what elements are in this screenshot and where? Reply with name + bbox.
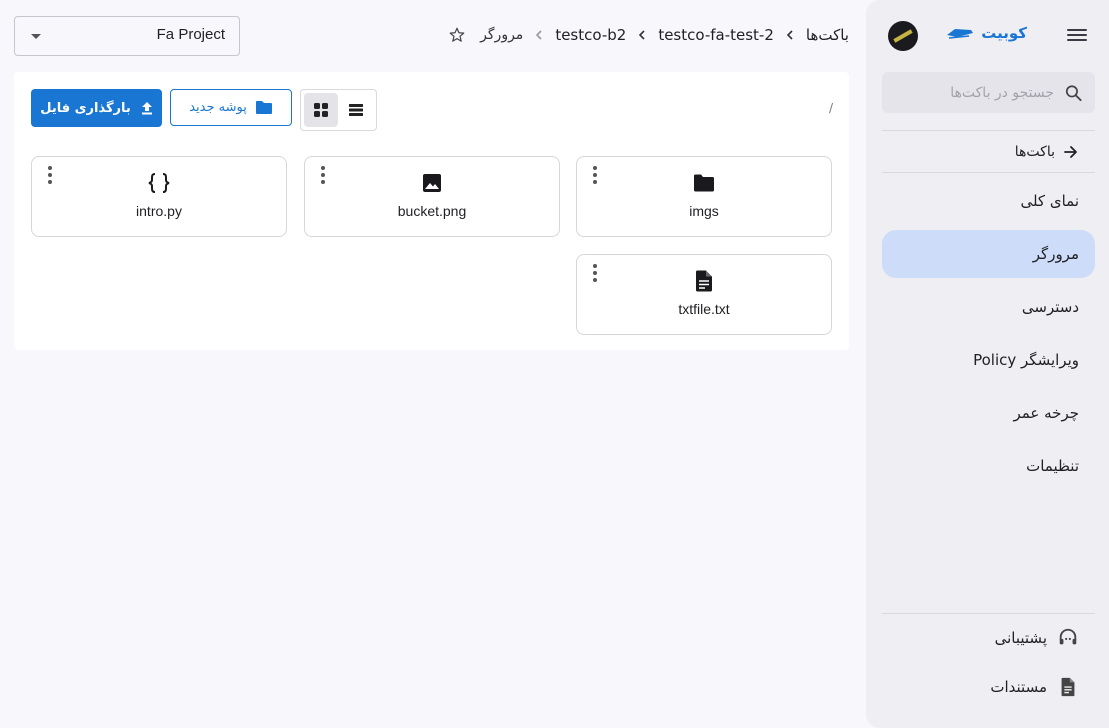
grid-icon (313, 103, 328, 117)
sidebar-item-label: مرورگر (1032, 245, 1079, 263)
current-path: / (828, 101, 833, 115)
text-file-icon (692, 269, 716, 293)
document-icon (1061, 677, 1075, 697)
image-icon (420, 171, 444, 195)
divider (882, 613, 1095, 614)
file-card[interactable]: imgs (576, 156, 832, 237)
breadcrumb-bucket[interactable]: testco-fa-test-2 (658, 26, 774, 44)
sidebar-item-lifecycle[interactable]: چرخه عمر (882, 389, 1095, 437)
brand-logo-icon (947, 29, 974, 39)
divider (882, 130, 1095, 131)
more-vert-icon[interactable] (589, 166, 601, 186)
sidebar-item-settings[interactable]: تنظیمات (882, 442, 1095, 490)
support-link[interactable]: پشتیبانی (882, 624, 1079, 652)
project-select[interactable]: Fa Project (14, 16, 240, 56)
code-braces-icon (147, 171, 171, 195)
file-name: intro.py (136, 203, 182, 219)
file-name: bucket.png (397, 203, 467, 219)
file-card[interactable]: bucket.png (304, 156, 560, 237)
sidebar-item-label: نمای کلی (1020, 192, 1079, 210)
sidebar-item-label: ویرایشگر Policy (973, 351, 1079, 369)
more-vert-icon[interactable] (317, 166, 329, 186)
sidebar-item-overview[interactable]: نمای کلی (882, 177, 1095, 225)
divider (882, 172, 1095, 173)
search-icon (1065, 84, 1082, 101)
sidebar: کوبیت باکت‌ها نمای کلی مرورگر دسترسی ویر… (866, 0, 1109, 728)
breadcrumb-current: مرورگر (480, 27, 524, 43)
docs-link[interactable]: مستندات (882, 673, 1079, 701)
brand-name: کوبیت (981, 24, 1027, 42)
upload-file-button[interactable]: بارگذاری فایل (31, 89, 162, 127)
sidebar-item-policy-editor[interactable]: ویرایشگر Policy (882, 336, 1095, 384)
sidebar-item-label: تنظیمات (1026, 457, 1079, 475)
chevron-left-icon (639, 30, 645, 40)
view-toggle (300, 89, 377, 131)
list-view-button[interactable] (340, 93, 374, 127)
chevron-left-icon (536, 30, 542, 40)
back-label: باکت‌ها (1014, 144, 1055, 160)
search-input[interactable] (894, 84, 1054, 101)
chevron-left-icon (786, 30, 793, 40)
upload-label: بارگذاری فایل (40, 100, 131, 116)
avatar[interactable] (888, 21, 918, 51)
caret-down-icon (31, 34, 41, 39)
sidebar-header: کوبیت (866, 18, 1109, 54)
new-folder-label: پوشه جدید (189, 100, 247, 115)
brand[interactable]: کوبیت (945, 24, 1027, 42)
upload-icon (141, 102, 152, 115)
file-name: imgs (689, 203, 719, 219)
folder-icon (255, 101, 272, 114)
more-vert-icon[interactable] (589, 264, 601, 284)
breadcrumb-buckets[interactable]: باکت‌ها (806, 26, 849, 44)
headset-icon (1059, 628, 1077, 645)
support-label: پشتیبانی (994, 629, 1047, 647)
file-name: txtfile.txt (678, 301, 730, 317)
grid-view-button[interactable] (304, 93, 338, 127)
breadcrumb-folder[interactable]: testco-b2 (555, 26, 626, 44)
file-card[interactable]: intro.py (31, 156, 287, 237)
arrow-right-icon (1064, 146, 1077, 158)
file-browser-panel: / پوشه جدید بارگذاری فایل imgs bucket.pn… (14, 72, 849, 350)
bucket-search (882, 72, 1095, 113)
back-to-buckets[interactable]: باکت‌ها (882, 140, 1079, 164)
sidebar-item-access[interactable]: دسترسی (882, 283, 1095, 331)
sidebar-item-label: دسترسی (1021, 298, 1079, 316)
project-name: Fa Project (156, 26, 225, 43)
star-outline-icon[interactable] (448, 26, 466, 44)
list-icon (349, 104, 364, 116)
sidebar-item-browser[interactable]: مرورگر (882, 230, 1095, 278)
new-folder-button[interactable]: پوشه جدید (170, 89, 292, 126)
sidebar-item-label: چرخه عمر (1013, 404, 1079, 422)
docs-label: مستندات (990, 678, 1047, 696)
breadcrumb: باکت‌ها testco-fa-test-2 testco-b2 مرورگ… (448, 24, 849, 46)
hamburger-menu-icon[interactable] (1067, 26, 1087, 44)
more-vert-icon[interactable] (44, 166, 56, 186)
file-card[interactable]: txtfile.txt (576, 254, 832, 335)
folder-icon (692, 171, 716, 195)
